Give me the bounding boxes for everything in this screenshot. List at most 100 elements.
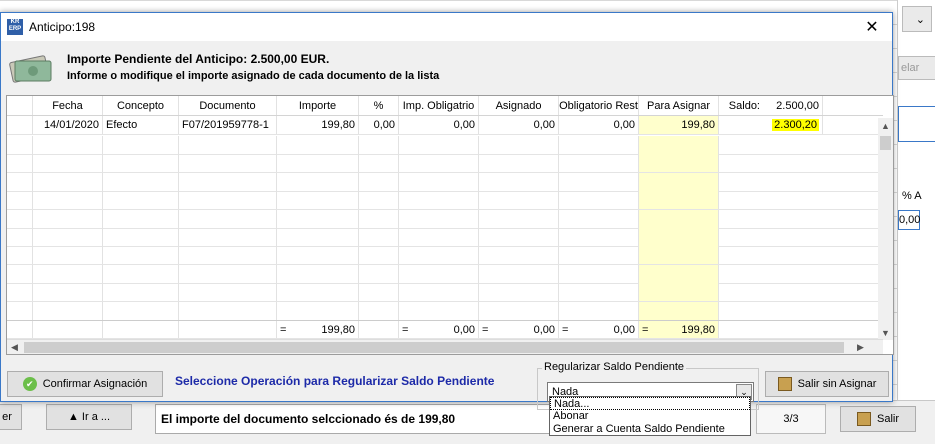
- empty-cell: [33, 246, 103, 265]
- chevron-down-icon[interactable]: ⌄: [902, 6, 932, 32]
- empty-cell: [559, 191, 639, 210]
- empty-cell: [559, 246, 639, 265]
- equals-sign: =: [280, 323, 287, 336]
- empty-cell: [103, 191, 179, 210]
- dialog-title: Anticipo:198: [29, 20, 96, 34]
- empty-row: [7, 246, 883, 266]
- empty-cell: [479, 154, 559, 173]
- totals-spacer: [103, 321, 179, 338]
- assignment-table: Fecha Concepto Documento Importe % Imp. …: [6, 95, 894, 355]
- background-left-button[interactable]: er: [0, 404, 22, 430]
- empty-cell: [399, 246, 479, 265]
- money-icon: [9, 55, 52, 83]
- empty-cell: [479, 283, 559, 302]
- scroll-right-icon[interactable]: ▶: [853, 340, 868, 354]
- empty-cell: [7, 209, 33, 228]
- exit-button-label: Salir: [876, 413, 899, 425]
- cell-concepto: Efecto: [103, 116, 179, 134]
- equals-sign: =: [642, 323, 649, 336]
- empty-cell: [7, 283, 33, 302]
- empty-cell: [179, 228, 277, 246]
- empty-cell: [639, 136, 719, 154]
- empty-cell: [277, 136, 359, 154]
- empty-cell: [179, 301, 277, 320]
- header-concepto: Concepto: [103, 96, 179, 115]
- confirm-assignment-label: Confirmar Asignación: [42, 378, 148, 390]
- option-generar-cuenta[interactable]: Generar a Cuenta Saldo Pendiente: [550, 423, 750, 436]
- empty-cell: [179, 209, 277, 228]
- empty-cell: [479, 301, 559, 320]
- cell-saldo-spacer: [719, 116, 763, 134]
- row-selector[interactable]: [7, 116, 33, 134]
- table-row[interactable]: 14/01/2020 Efecto F07/201959778-1 199,80…: [7, 116, 883, 135]
- empty-cell: [33, 191, 103, 210]
- empty-cell: [639, 209, 719, 228]
- empty-cell: [399, 301, 479, 320]
- empty-cell: [399, 172, 479, 191]
- empty-cell: [277, 172, 359, 191]
- empty-cell: [179, 136, 277, 154]
- vertical-scrollbar[interactable]: ▲ ▼: [878, 118, 893, 340]
- empty-cell: [33, 264, 103, 283]
- empty-cell: [33, 209, 103, 228]
- header-documento: Documento: [179, 96, 277, 115]
- empty-cell: [479, 136, 559, 154]
- empty-cell: [103, 209, 179, 228]
- cell-para-asignar[interactable]: 199,80: [639, 116, 719, 134]
- close-icon[interactable]: ✕: [852, 13, 892, 41]
- background-button[interactable]: elar: [898, 56, 935, 80]
- empty-cell: [103, 154, 179, 173]
- totals-row: = 199,80 = 0,00 = 0,00 = 0,00 = 199,80: [7, 320, 883, 339]
- exit-without-assign-label: Salir sin Asignar: [797, 378, 877, 390]
- scroll-thumb[interactable]: [880, 136, 891, 150]
- header-fecha: Fecha: [33, 96, 103, 115]
- page-counter: 3/3: [756, 404, 826, 434]
- cell-percent: 0,00: [359, 116, 399, 134]
- empty-cell: [103, 172, 179, 191]
- total-imp-obligatorio: = 0,00: [399, 321, 479, 338]
- empty-cell: [399, 191, 479, 210]
- empty-cell: [359, 246, 399, 265]
- scroll-left-icon[interactable]: ◀: [7, 340, 22, 354]
- operation-hint: Seleccione Operación para Regularizar Sa…: [175, 374, 495, 388]
- empty-cell: [359, 228, 399, 246]
- scroll-thumb[interactable]: [24, 342, 844, 353]
- goto-button[interactable]: ▲ Ir a ...: [46, 404, 132, 430]
- empty-cell: [33, 283, 103, 302]
- total-obligatorio-rest: = 0,00: [559, 321, 639, 338]
- empty-cell: [33, 154, 103, 173]
- empty-cell: [7, 264, 33, 283]
- total-importe-value: 199,80: [321, 323, 355, 336]
- empty-cell: [359, 172, 399, 191]
- empty-cell: [7, 154, 33, 173]
- confirm-assignment-button[interactable]: ✔ Confirmar Asignación: [7, 371, 163, 397]
- exit-button[interactable]: Salir: [840, 406, 916, 432]
- regularize-options-list: Nada... Abonar Generar a Cuenta Saldo Pe…: [549, 396, 751, 436]
- option-nada[interactable]: Nada...: [550, 397, 750, 410]
- scroll-up-icon[interactable]: ▲: [878, 118, 893, 133]
- empty-cell: [33, 172, 103, 191]
- empty-cell: [277, 301, 359, 320]
- empty-cell: [179, 264, 277, 283]
- scroll-down-icon[interactable]: ▼: [878, 325, 893, 340]
- cell-obligatorio-rest: 0,00: [559, 116, 639, 134]
- exit-without-assign-button[interactable]: Salir sin Asignar: [765, 371, 889, 397]
- saldo-highlight: 2.300,20: [772, 119, 819, 131]
- check-icon: ✔: [22, 377, 37, 391]
- empty-cell: [33, 301, 103, 320]
- totals-spacer: [179, 321, 277, 338]
- empty-cell: [277, 209, 359, 228]
- empty-row: [7, 228, 883, 247]
- empty-cell: [399, 228, 479, 246]
- totals-spacer: [7, 321, 33, 338]
- background-right-panel: ⌄ elar % A 0,00: [897, 0, 935, 444]
- empty-cell: [359, 283, 399, 302]
- option-abonar[interactable]: Abonar: [550, 410, 750, 423]
- empty-cell: [103, 136, 179, 154]
- empty-cell: [359, 191, 399, 210]
- horizontal-scrollbar[interactable]: ◀ ▶: [7, 339, 883, 354]
- empty-cell: [559, 283, 639, 302]
- empty-cell: [639, 228, 719, 246]
- empty-row: [7, 283, 883, 303]
- header-obligatorio-rest: Obligatorio Rest: [559, 96, 639, 115]
